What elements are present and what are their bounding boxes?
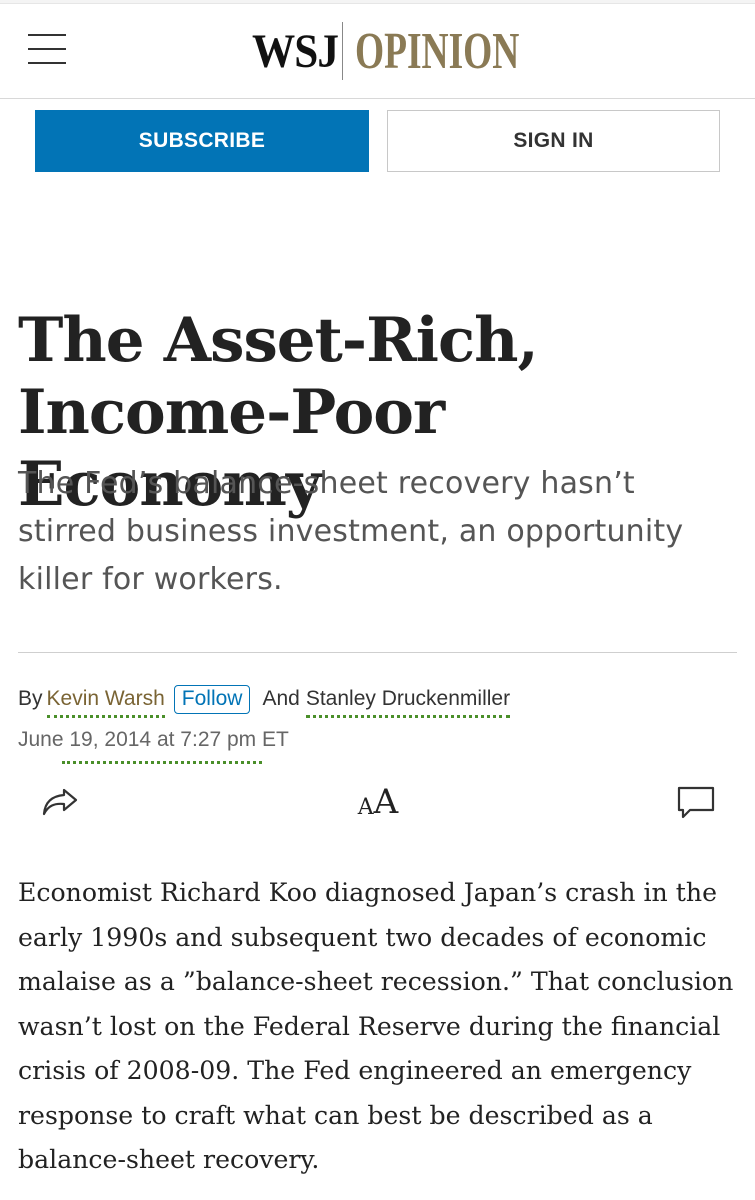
article-toolbar: A A bbox=[0, 780, 755, 830]
byline-conjunction: And bbox=[262, 687, 300, 710]
author-link-kevin-warsh[interactable]: Kevin Warsh bbox=[46, 687, 165, 718]
spellcheck-underline bbox=[305, 714, 511, 718]
article-dek: The Fed’s balance-sheet recovery hasn’t … bbox=[18, 466, 684, 597]
wsj-opinion-logo[interactable]: WSJ OPINION bbox=[252, 20, 583, 82]
logo-wsj: WSJ bbox=[252, 24, 339, 78]
sign-in-button[interactable]: SIGN IN bbox=[387, 110, 720, 172]
publish-date: June 19, 2014 at 7:27 pm ET bbox=[18, 728, 289, 764]
site-header: WSJ OPINION bbox=[0, 4, 755, 99]
menu-icon[interactable] bbox=[28, 34, 66, 64]
comment-icon[interactable] bbox=[672, 780, 720, 824]
author-name: Kevin Warsh bbox=[46, 687, 165, 710]
byline-divider bbox=[18, 652, 737, 653]
author-name: Stanley Druckenmiller bbox=[305, 687, 511, 710]
publish-date-text: June 19, 2014 at 7:27 pm ET bbox=[18, 728, 289, 751]
logo-divider bbox=[342, 22, 343, 80]
text-size-small-glyph: A bbox=[357, 794, 374, 820]
author-stanley-druckenmiller: Stanley Druckenmiller bbox=[305, 687, 511, 718]
text-size-large-glyph: A bbox=[373, 782, 399, 822]
logo-opinion: OPINION bbox=[355, 22, 520, 80]
byline-prefix: By bbox=[18, 687, 43, 710]
subscribe-button[interactable]: SUBSCRIBE bbox=[35, 110, 369, 172]
byline: By Kevin Warsh Follow And Stanley Drucke… bbox=[18, 682, 511, 718]
follow-button[interactable]: Follow bbox=[173, 684, 251, 714]
text-size-button[interactable]: A A bbox=[352, 780, 404, 824]
spellcheck-underline bbox=[62, 760, 262, 764]
spellcheck-underline bbox=[46, 714, 165, 718]
article-body-paragraph: Economist Richard Koo diagnosed Japan’s … bbox=[18, 878, 734, 1174]
share-icon[interactable] bbox=[36, 780, 84, 824]
